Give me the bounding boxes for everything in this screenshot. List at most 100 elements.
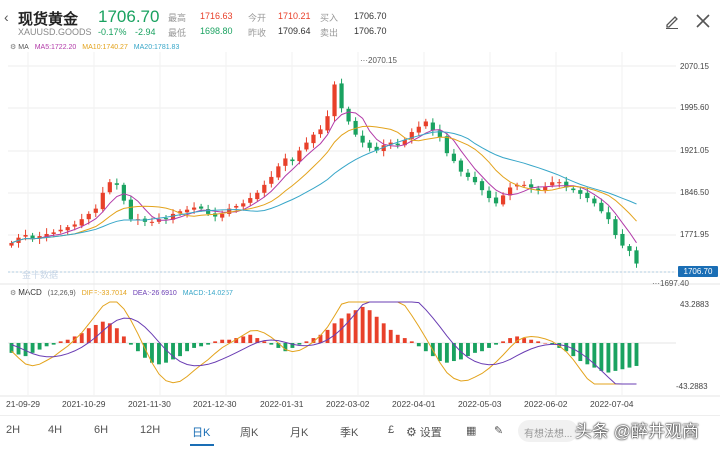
candle-body xyxy=(58,229,63,232)
candle-body xyxy=(360,135,365,143)
candle-body xyxy=(451,153,457,162)
candle-body xyxy=(493,197,499,204)
candle-body xyxy=(311,134,316,144)
candle-body xyxy=(395,143,400,146)
date-label: 2022-06-02 xyxy=(524,399,568,409)
tab-weekly[interactable]: 周K xyxy=(240,424,258,440)
macd-bar xyxy=(346,313,351,343)
macd-bar xyxy=(360,306,365,343)
candle-body xyxy=(241,203,246,207)
macd-bar xyxy=(416,343,421,347)
candle-body xyxy=(479,181,485,191)
macd-bar xyxy=(37,343,42,350)
macd-bar xyxy=(128,343,133,345)
comment-input[interactable]: 有想法想... xyxy=(518,420,578,442)
source-watermark: 金十数据 xyxy=(22,270,59,280)
macd-bar xyxy=(65,339,70,343)
candle-body xyxy=(297,150,302,162)
macd-bar xyxy=(206,343,211,345)
tab-quarterly[interactable]: 季K xyxy=(340,424,358,440)
macd-bar xyxy=(248,334,253,343)
draw-tool-icon[interactable]: ✎ xyxy=(494,424,503,437)
settings-label: 设置 xyxy=(419,427,442,439)
candle-body xyxy=(304,142,309,150)
candle-body xyxy=(51,232,56,234)
candle-body xyxy=(276,166,281,178)
macd-bar xyxy=(199,343,204,347)
macd-bar xyxy=(241,336,246,343)
settings-button[interactable]: ⚙ 设置 xyxy=(406,424,442,440)
author-watermark: 头条 @醉井观商 xyxy=(575,422,699,441)
candle-body xyxy=(248,198,253,203)
candle-body xyxy=(234,205,239,208)
macd-bar xyxy=(114,328,119,343)
macd-bar xyxy=(213,341,218,343)
macd-bar xyxy=(585,343,590,365)
candle-body xyxy=(557,182,562,184)
high-marker-label: ···2070.15 xyxy=(360,56,397,65)
macd-bar xyxy=(529,339,534,343)
candle-body xyxy=(79,219,84,226)
candle-body xyxy=(444,136,449,154)
macd-bar xyxy=(466,343,470,357)
macd-bar xyxy=(220,339,225,343)
candle-body xyxy=(93,208,98,213)
macd-bar xyxy=(437,343,442,362)
macd-bar xyxy=(395,334,400,343)
date-label: 2022-04-01 xyxy=(392,399,436,409)
tab-2h[interactable]: 2H xyxy=(6,424,20,436)
macd-axis-bottom: -43.2883 xyxy=(676,382,708,391)
candle-body xyxy=(283,158,288,166)
macd-bar xyxy=(606,343,611,373)
price-axis-label: 1995.60 xyxy=(680,103,709,112)
candle-body xyxy=(163,218,169,220)
date-label: 2021-11-30 xyxy=(128,399,171,409)
tab-monthly[interactable]: 月K xyxy=(290,424,308,440)
macd-bar xyxy=(178,343,182,357)
candle-body xyxy=(318,129,323,135)
candle-body xyxy=(262,184,267,193)
ma5-line xyxy=(11,111,637,244)
candle-body xyxy=(634,250,639,264)
chart-tool-icon[interactable]: ▦ xyxy=(466,424,476,437)
macd-bar xyxy=(599,343,604,371)
macd-bar xyxy=(613,343,618,371)
candle-body xyxy=(472,176,478,183)
tab-6h[interactable]: 6H xyxy=(94,424,108,436)
tab-12h[interactable]: 12H xyxy=(140,424,160,436)
macd-bar xyxy=(44,343,49,347)
date-label: 2021-12-30 xyxy=(193,399,237,409)
candle-body xyxy=(149,221,155,223)
date-label: 2021-10-29 xyxy=(62,399,106,409)
price-axis-label: 2070.15 xyxy=(680,62,709,71)
macd-bar xyxy=(423,343,428,352)
current-price-tag: 1706.70 xyxy=(678,266,718,277)
candle-body xyxy=(550,182,555,186)
candle-body xyxy=(529,184,534,188)
candle-body xyxy=(430,122,435,131)
candle-body xyxy=(458,160,464,172)
candle-body xyxy=(191,207,197,210)
date-label: 2022-03-02 xyxy=(326,399,370,409)
candle-body xyxy=(290,159,295,162)
candle-body xyxy=(367,142,372,148)
macd-bar xyxy=(332,323,337,343)
candle-body xyxy=(346,108,351,122)
candle-body xyxy=(9,242,14,246)
macd-bar xyxy=(58,341,63,343)
tab-4h[interactable]: 4H xyxy=(48,424,62,436)
candle-body xyxy=(627,246,632,251)
macd-bar xyxy=(51,343,56,345)
high-marker-value: 2070.15 xyxy=(368,56,397,65)
candle-body xyxy=(339,83,344,109)
macd-bar xyxy=(381,323,386,343)
macd-bar xyxy=(192,343,197,348)
macd-bar xyxy=(262,341,267,343)
candle-body xyxy=(100,192,105,210)
candle-body xyxy=(332,84,337,117)
tab-more[interactable]: £ xyxy=(388,424,394,436)
macd-bar xyxy=(409,341,414,343)
macd-bar xyxy=(494,343,498,345)
tab-daily[interactable]: 日K xyxy=(192,424,210,440)
macd-bar xyxy=(473,343,477,353)
